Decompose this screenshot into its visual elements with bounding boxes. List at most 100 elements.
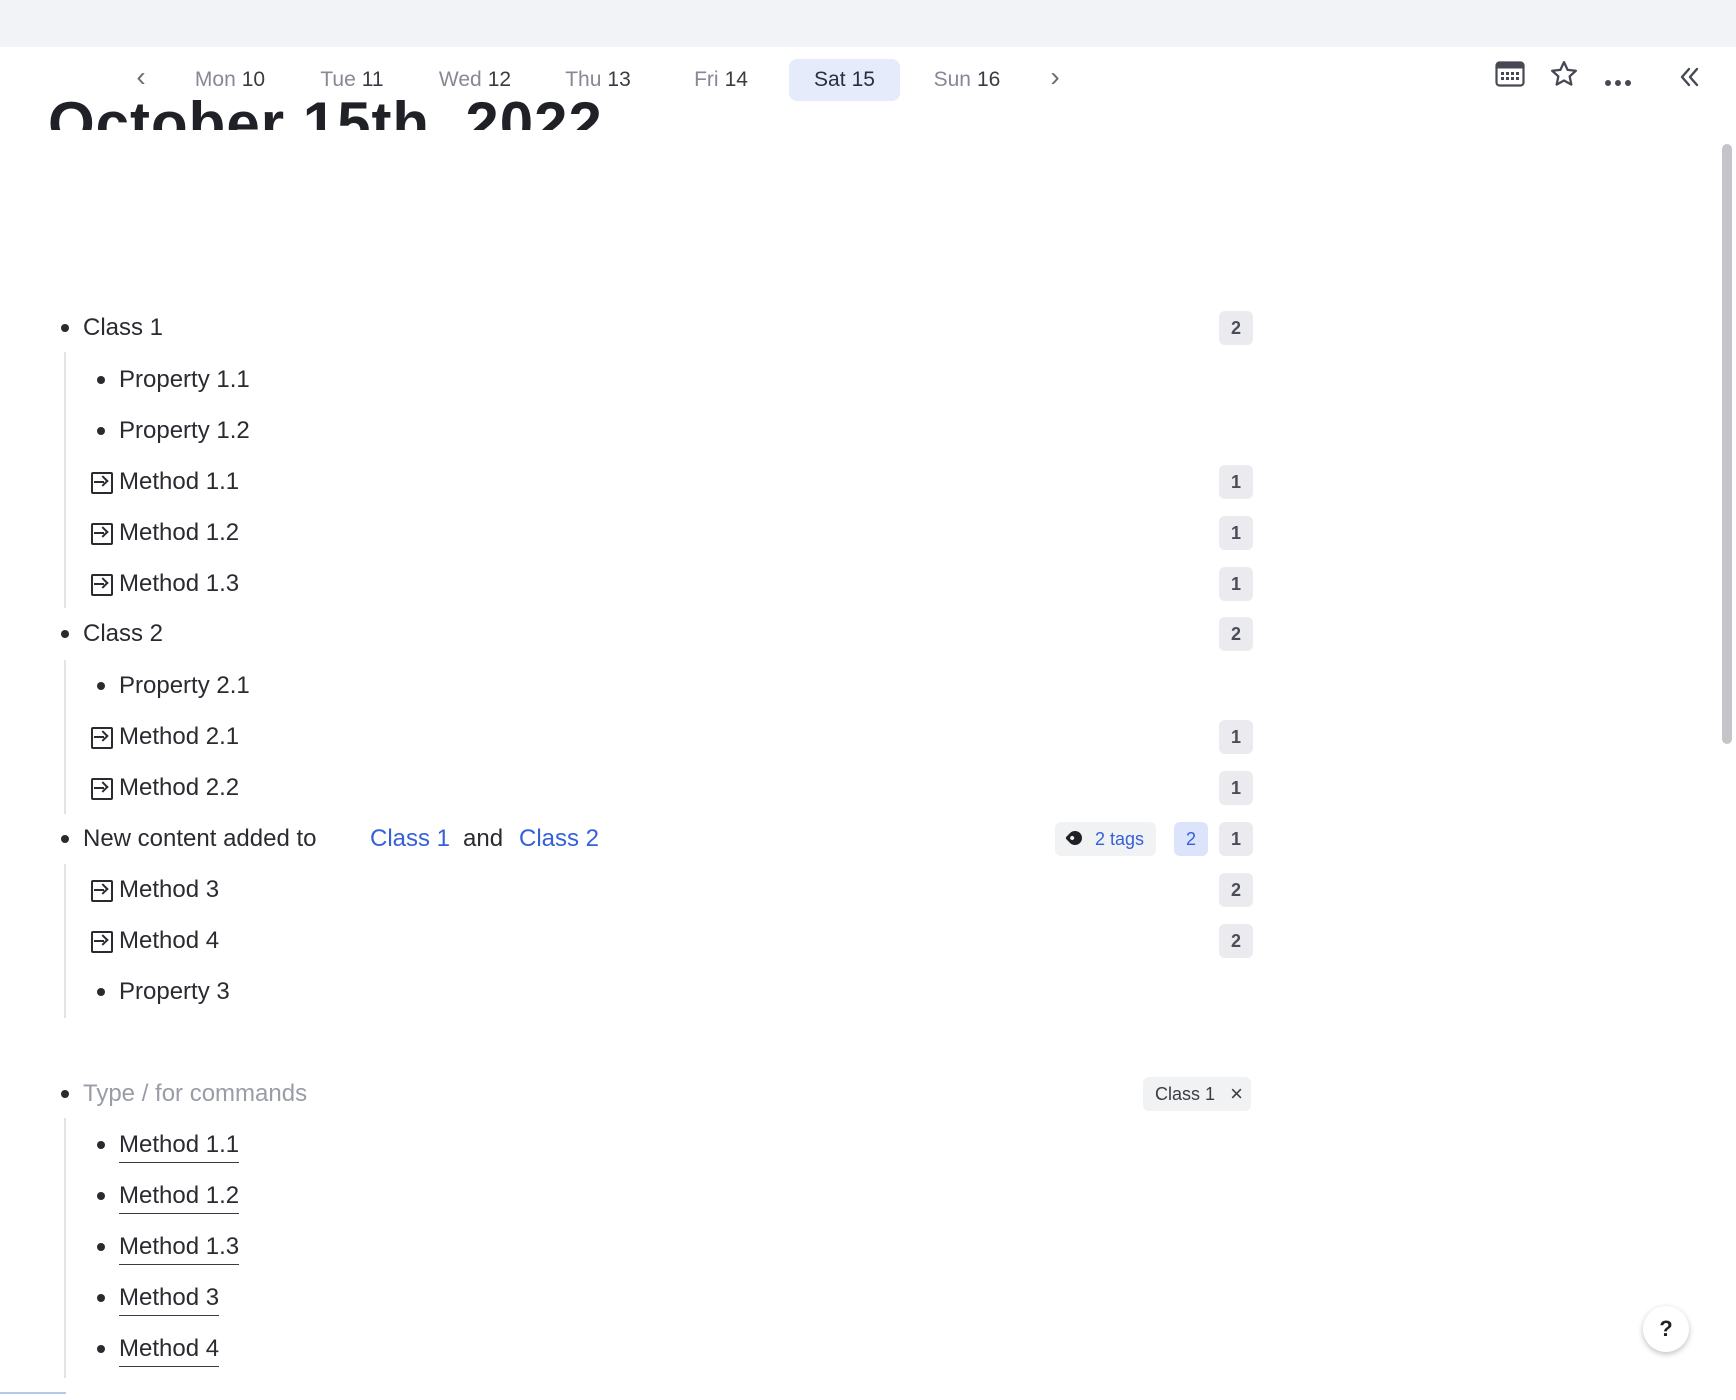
query-result-item[interactable]: Method 1.3 bbox=[0, 1225, 1260, 1269]
day-wed[interactable]: Wed 12 bbox=[425, 59, 525, 101]
result-link[interactable]: Method 1.2 bbox=[119, 1179, 240, 1214]
reference-count-badge[interactable]: 1 bbox=[1219, 567, 1253, 601]
reference-count-badge[interactable]: 2 bbox=[1219, 311, 1253, 345]
method-icon[interactable] bbox=[91, 931, 113, 953]
block-text[interactable]: Class 2 bbox=[83, 612, 163, 656]
list-item-method-1-3[interactable]: Method 1.3 1 bbox=[0, 562, 1260, 606]
method-icon[interactable] bbox=[91, 574, 113, 596]
reference-count-badge[interactable]: 1 bbox=[1219, 516, 1253, 550]
method-icon[interactable] bbox=[91, 472, 113, 494]
bullet-icon[interactable] bbox=[97, 376, 105, 384]
bullet-icon[interactable] bbox=[61, 835, 69, 843]
day-sat-active[interactable]: Sat 15 bbox=[789, 59, 900, 101]
list-item-method-2-1[interactable]: Method 2.1 1 bbox=[0, 715, 1260, 759]
day-sun[interactable]: Sun 16 bbox=[917, 59, 1017, 101]
bullet-icon[interactable] bbox=[97, 1192, 105, 1200]
day-fri[interactable]: Fri 14 bbox=[671, 59, 771, 101]
collapse-icon[interactable] bbox=[1670, 59, 1710, 99]
query-result-item[interactable]: Method 4 bbox=[0, 1327, 1260, 1371]
reference-count-badge[interactable]: 2 bbox=[1219, 924, 1253, 958]
block-text[interactable]: Method 1.2 bbox=[119, 511, 239, 555]
help-button[interactable]: ? bbox=[1643, 1306, 1689, 1352]
reference-count-badge[interactable]: 1 bbox=[1219, 822, 1253, 856]
bullet-icon[interactable] bbox=[61, 630, 69, 638]
bullet-icon[interactable] bbox=[97, 1243, 105, 1251]
date-navigation-bar: ‹ Mon 10 Tue 11 Wed 12 Thu 13 Fri 14 Sat 15 Su… bbox=[0, 47, 1736, 113]
bullet-icon[interactable] bbox=[97, 1141, 105, 1149]
page-link-class-2[interactable]: Class 2 bbox=[519, 817, 599, 861]
bullet-icon[interactable] bbox=[97, 427, 105, 435]
linked-count-badge[interactable]: 2 bbox=[1174, 822, 1208, 856]
list-item-method-4[interactable]: Method 4 2 bbox=[0, 919, 1260, 963]
day-thu[interactable]: Thu 13 bbox=[548, 59, 648, 101]
scrollbar[interactable] bbox=[1718, 130, 1736, 1380]
block-text[interactable]: Property 3 bbox=[119, 970, 230, 1014]
bullet-icon[interactable] bbox=[61, 1090, 69, 1098]
block-text[interactable]: Property 1.2 bbox=[119, 409, 250, 453]
query-result-item[interactable]: Method 1.1 bbox=[0, 1123, 1260, 1167]
filter-chip-label: Class 1 bbox=[1155, 1084, 1216, 1104]
result-link[interactable]: Method 3 bbox=[119, 1281, 220, 1316]
reference-count-badge[interactable]: 2 bbox=[1219, 617, 1253, 651]
method-icon[interactable] bbox=[91, 778, 113, 800]
reference-count-badge[interactable]: 1 bbox=[1219, 465, 1253, 499]
scrollbar-thumb[interactable] bbox=[1722, 144, 1732, 744]
method-icon[interactable] bbox=[91, 727, 113, 749]
more-icon[interactable] bbox=[1598, 59, 1638, 99]
list-item-property-1-2[interactable]: Property 1.2 bbox=[0, 409, 1260, 453]
day-label: Mon bbox=[194, 68, 236, 91]
block-text[interactable]: Method 1.3 bbox=[119, 562, 239, 606]
filter-chip[interactable]: Class 1 × bbox=[1143, 1077, 1252, 1111]
day-number: 13 bbox=[607, 68, 631, 91]
block-text[interactable]: Method 1.1 bbox=[119, 460, 239, 504]
result-link[interactable]: Method 1.3 bbox=[119, 1230, 240, 1265]
day-mon[interactable]: Mon 10 bbox=[180, 59, 280, 101]
block-text[interactable]: Property 2.1 bbox=[119, 664, 250, 708]
day-number: 14 bbox=[724, 68, 748, 91]
bullet-icon[interactable] bbox=[97, 988, 105, 996]
list-item-class-1[interactable]: Class 1 2 bbox=[0, 306, 1260, 350]
block-text[interactable]: Method 4 bbox=[119, 919, 219, 963]
list-item-method-1-1[interactable]: Method 1.1 1 bbox=[0, 460, 1260, 504]
reference-count-badge[interactable]: 1 bbox=[1219, 771, 1253, 805]
list-item-property-2-1[interactable]: Property 2.1 bbox=[0, 664, 1260, 708]
list-item-new-content[interactable]: New content added to Class 1 and Class 2… bbox=[0, 817, 1260, 861]
list-item-class-2[interactable]: Class 2 2 bbox=[0, 612, 1260, 656]
bullet-icon[interactable] bbox=[97, 682, 105, 690]
list-item-property-1-1[interactable]: Property 1.1 bbox=[0, 358, 1260, 402]
bullet-icon[interactable] bbox=[97, 1345, 105, 1353]
result-link[interactable]: Method 1.1 bbox=[119, 1128, 240, 1163]
list-item-property-3[interactable]: Property 3 bbox=[0, 970, 1260, 1014]
chevron-left-icon[interactable]: ‹ bbox=[126, 63, 156, 93]
block-text[interactable]: Method 3 bbox=[119, 868, 219, 912]
bullet-icon[interactable] bbox=[97, 1294, 105, 1302]
list-item-method-3[interactable]: Method 3 2 bbox=[0, 868, 1260, 912]
chevron-right-icon[interactable]: › bbox=[1040, 63, 1070, 93]
day-tue[interactable]: Tue 11 bbox=[302, 59, 402, 101]
calendar-icon[interactable] bbox=[1490, 59, 1530, 99]
star-icon[interactable] bbox=[1544, 59, 1584, 99]
command-input-placeholder[interactable]: Type / for commands bbox=[83, 1072, 307, 1116]
bullet-icon[interactable] bbox=[61, 324, 69, 332]
block-text[interactable]: Method 2.2 bbox=[119, 766, 239, 810]
result-link[interactable]: Method 4 bbox=[119, 1332, 220, 1367]
query-block[interactable]: Type / for commands Class 1 × bbox=[0, 1072, 1260, 1116]
block-text[interactable]: Class 1 bbox=[83, 306, 163, 350]
query-result-item[interactable]: Method 3 bbox=[0, 1276, 1260, 1320]
corner-indicator bbox=[0, 1392, 66, 1400]
method-icon[interactable] bbox=[91, 880, 113, 902]
reference-count-badge[interactable]: 1 bbox=[1219, 720, 1253, 754]
list-item-method-2-2[interactable]: Method 2.2 1 bbox=[0, 766, 1260, 810]
reference-count-badge[interactable]: 2 bbox=[1219, 873, 1253, 907]
tags-pill[interactable]: 2 tags bbox=[1055, 822, 1157, 856]
close-icon[interactable]: × bbox=[1230, 1077, 1243, 1111]
block-text[interactable]: New content added to bbox=[83, 817, 317, 861]
method-icon[interactable] bbox=[91, 523, 113, 545]
block-text[interactable]: Method 2.1 bbox=[119, 715, 239, 759]
block-text[interactable]: and bbox=[463, 817, 503, 861]
tags-label: 2 tags bbox=[1095, 829, 1145, 849]
page-link-class-1[interactable]: Class 1 bbox=[370, 817, 450, 861]
block-text[interactable]: Property 1.1 bbox=[119, 358, 250, 402]
query-result-item[interactable]: Method 1.2 bbox=[0, 1174, 1260, 1218]
list-item-method-1-2[interactable]: Method 1.2 1 bbox=[0, 511, 1260, 555]
